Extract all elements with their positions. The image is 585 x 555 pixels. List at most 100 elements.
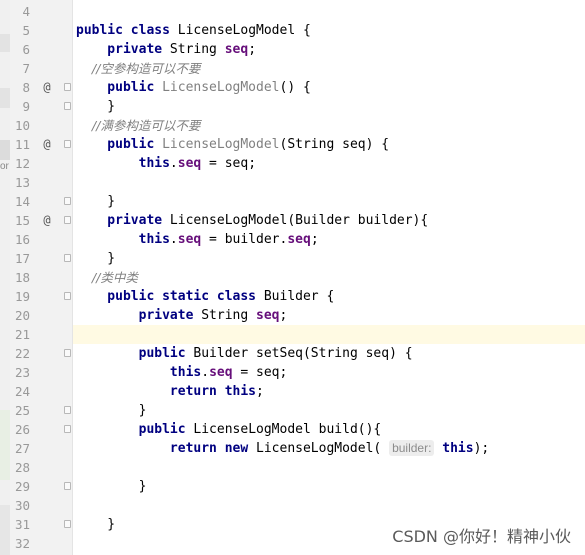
line-number: 18 <box>14 270 30 285</box>
line-number: 9 <box>22 99 30 114</box>
code-token: public static class <box>76 289 264 304</box>
code-token: this <box>76 365 202 380</box>
fold-marker-icon[interactable] <box>64 406 71 414</box>
code-text: } <box>76 401 147 420</box>
code-token: = builder. <box>201 232 288 247</box>
code-line[interactable]: 22 public Builder setSeq(String seq) { <box>0 344 585 363</box>
code-text: public class LicenseLogModel { <box>76 21 311 40</box>
code-line[interactable]: 4 <box>0 2 585 21</box>
code-text: this.seq = builder.seq; <box>76 230 319 249</box>
code-text: this.seq = seq; <box>76 363 287 382</box>
code-token: seq <box>209 365 233 380</box>
code-line[interactable]: 14 } <box>0 192 585 211</box>
code-token: Builder setSeq(String seq) { <box>193 346 413 361</box>
code-line[interactable]: 6 private String seq; <box>0 40 585 59</box>
override-annotation-icon[interactable]: @ <box>40 211 54 230</box>
code-line[interactable]: 28 <box>0 458 585 477</box>
watermark: CSDN @你好！精神小伙 <box>392 527 571 546</box>
code-line[interactable]: 25 } <box>0 401 585 420</box>
code-token: public class <box>76 23 178 38</box>
fold-marker-icon[interactable] <box>64 102 71 110</box>
code-token: } <box>76 517 116 532</box>
line-number: 12 <box>14 156 30 171</box>
code-token: ; <box>248 42 257 57</box>
code-line[interactable]: 30 <box>0 496 585 515</box>
code-line[interactable]: 8 @ public LicenseLogModel() { <box>0 78 585 97</box>
code-line[interactable]: 13 <box>0 173 585 192</box>
fold-marker-icon[interactable] <box>64 197 71 205</box>
code-token: public <box>76 346 194 361</box>
line-number: 23 <box>14 365 30 380</box>
line-number: 15 <box>14 213 30 228</box>
code-token: //空参构造可以不要 <box>76 61 201 76</box>
code-line[interactable]: 12 this.seq = seq; <box>0 154 585 173</box>
code-line[interactable]: 7 //空参构造可以不要 <box>0 59 585 78</box>
code-line[interactable]: 5 public class LicenseLogModel { <box>0 21 585 40</box>
code-text: public static class Builder { <box>76 287 334 306</box>
fold-marker-icon[interactable] <box>64 520 71 528</box>
code-token: public <box>76 80 163 95</box>
code-token: ); <box>473 441 490 456</box>
parameter-hint: builder: <box>389 440 435 456</box>
code-token: Builder { <box>263 289 335 304</box>
fold-marker-icon[interactable] <box>64 292 71 300</box>
line-number: 32 <box>14 536 30 551</box>
code-line[interactable]: 17 } <box>0 249 585 268</box>
fold-marker-icon[interactable] <box>64 140 71 148</box>
code-line[interactable]: 24 return this; <box>0 382 585 401</box>
line-number: 26 <box>14 422 30 437</box>
fold-marker-icon[interactable] <box>64 349 71 357</box>
line-number: 24 <box>14 384 30 399</box>
code-token: (String seq) { <box>279 137 390 152</box>
line-number: 7 <box>22 61 30 76</box>
override-annotation-icon[interactable]: @ <box>40 78 54 97</box>
code-token: public <box>76 422 194 437</box>
code-line[interactable]: 18 //类中类 <box>0 268 585 287</box>
code-line[interactable]: 10 //满参构造可以不要 <box>0 116 585 135</box>
code-token: () { <box>279 80 311 95</box>
code-token: this <box>76 156 170 171</box>
fold-marker-icon[interactable] <box>64 254 71 262</box>
code-token: String <box>201 308 257 323</box>
code-token: //类中类 <box>76 270 138 285</box>
code-line[interactable]: 29 } <box>0 477 585 496</box>
code-token: LicenseLogModel( <box>256 441 390 456</box>
line-number: 31 <box>14 517 30 532</box>
code-line[interactable]: 23 this.seq = seq; <box>0 363 585 382</box>
code-token: private <box>76 308 202 323</box>
line-number: 6 <box>22 42 30 57</box>
code-line[interactable]: 15 @ private LicenseLogModel(Builder buil… <box>0 211 585 230</box>
line-number: 27 <box>14 441 30 456</box>
code-text: return this; <box>76 382 264 401</box>
code-text: } <box>76 515 115 534</box>
code-token: this <box>434 441 474 456</box>
code-line[interactable]: 16 this.seq = builder.seq; <box>0 230 585 249</box>
code-text: } <box>76 249 115 268</box>
line-number: 29 <box>14 479 30 494</box>
code-token: seq <box>287 232 311 247</box>
fold-marker-icon[interactable] <box>64 425 71 433</box>
code-token: //满参构造可以不要 <box>76 118 201 133</box>
code-line[interactable]: 21 <box>0 325 585 344</box>
code-line[interactable]: 20 private String seq; <box>0 306 585 325</box>
code-line[interactable]: 27 return new LicenseLogModel( builder: … <box>0 439 585 458</box>
code-token: LicenseLogModel { <box>177 23 311 38</box>
fold-marker-icon[interactable] <box>64 482 71 490</box>
code-line[interactable]: 19 public static class Builder { <box>0 287 585 306</box>
code-token: LicenseLogModel <box>162 80 280 95</box>
code-token: = seq; <box>232 365 288 380</box>
code-token: } <box>76 403 147 418</box>
code-line[interactable]: 11 @ public LicenseLogModel(String seq) { <box>0 135 585 154</box>
fold-marker-icon[interactable] <box>64 83 71 91</box>
code-text: private LicenseLogModel(Builder builder)… <box>76 211 428 230</box>
line-number: 17 <box>14 251 30 266</box>
line-number: 14 <box>14 194 30 209</box>
code-token: = seq; <box>201 156 257 171</box>
fold-marker-icon[interactable] <box>64 216 71 224</box>
override-annotation-icon[interactable]: @ <box>40 135 54 154</box>
code-line[interactable]: 26 public LicenseLogModel build(){ <box>0 420 585 439</box>
line-number: 30 <box>14 498 30 513</box>
line-number: 21 <box>14 327 30 342</box>
code-line[interactable]: 9 } <box>0 97 585 116</box>
code-token: String <box>169 42 225 57</box>
